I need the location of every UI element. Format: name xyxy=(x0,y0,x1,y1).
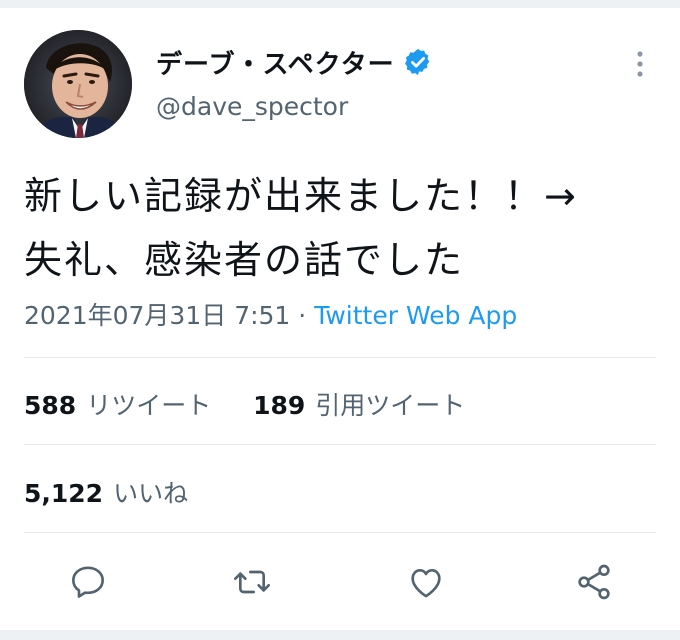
verified-badge-icon xyxy=(403,47,433,77)
display-name-row[interactable]: デーブ・スペクター xyxy=(156,42,433,82)
like-button[interactable] xyxy=(404,560,448,604)
quotes-stat[interactable]: 189 引用ツイート xyxy=(253,391,465,420)
tweet-text: 新しい記録が出来ました！！→ 失礼、感染者の話でした xyxy=(24,164,664,292)
likes-stats-row: 5,122 いいね xyxy=(24,474,188,510)
divider xyxy=(24,444,656,445)
likes-label: いいね xyxy=(113,479,189,508)
tweet-card: デーブ・スペクター @dave_spector 新しい記録が出来ました！！→ 失… xyxy=(0,0,680,640)
likes-stat[interactable]: 5,122 いいね xyxy=(24,479,188,508)
avatar-photo xyxy=(24,30,132,138)
like-icon xyxy=(411,569,441,598)
avatar[interactable] xyxy=(24,30,132,138)
action-bar xyxy=(0,556,680,608)
share-button[interactable] xyxy=(572,560,616,604)
tweet-text-line: 失礼、感染者の話でした xyxy=(24,238,465,282)
timestamp[interactable]: 2021年07月31日 7:51 xyxy=(24,301,290,330)
retweet-stats-row: 588 リツイート 189 引用ツイート xyxy=(24,386,465,422)
more-vertical-icon[interactable] xyxy=(628,46,652,82)
top-separator xyxy=(0,0,680,8)
source-link[interactable]: Twitter Web App xyxy=(314,301,517,330)
quotes-count: 189 xyxy=(253,391,306,420)
divider xyxy=(24,357,656,358)
retweet-icon xyxy=(234,570,270,594)
tweet-text-line: 新しい記録が出来ました！！→ xyxy=(24,174,578,218)
retweets-count: 588 xyxy=(24,391,77,420)
likes-count: 5,122 xyxy=(24,479,104,508)
share-icon xyxy=(578,564,610,600)
reply-button[interactable] xyxy=(66,560,110,604)
tweet-meta: 2021年07月31日 7:51 · Twitter Web App xyxy=(24,296,517,332)
divider xyxy=(24,532,656,533)
retweets-stat[interactable]: 588 リツイート xyxy=(24,391,219,420)
display-name[interactable]: デーブ・スペクター xyxy=(156,44,395,81)
retweets-label: リツイート xyxy=(86,391,212,420)
user-handle[interactable]: @dave_spector xyxy=(156,92,348,121)
reply-icon xyxy=(72,566,104,598)
bottom-separator xyxy=(0,630,680,640)
quotes-label: 引用ツイート xyxy=(315,391,466,420)
meta-separator: · xyxy=(298,301,307,330)
retweet-button[interactable] xyxy=(230,560,274,604)
